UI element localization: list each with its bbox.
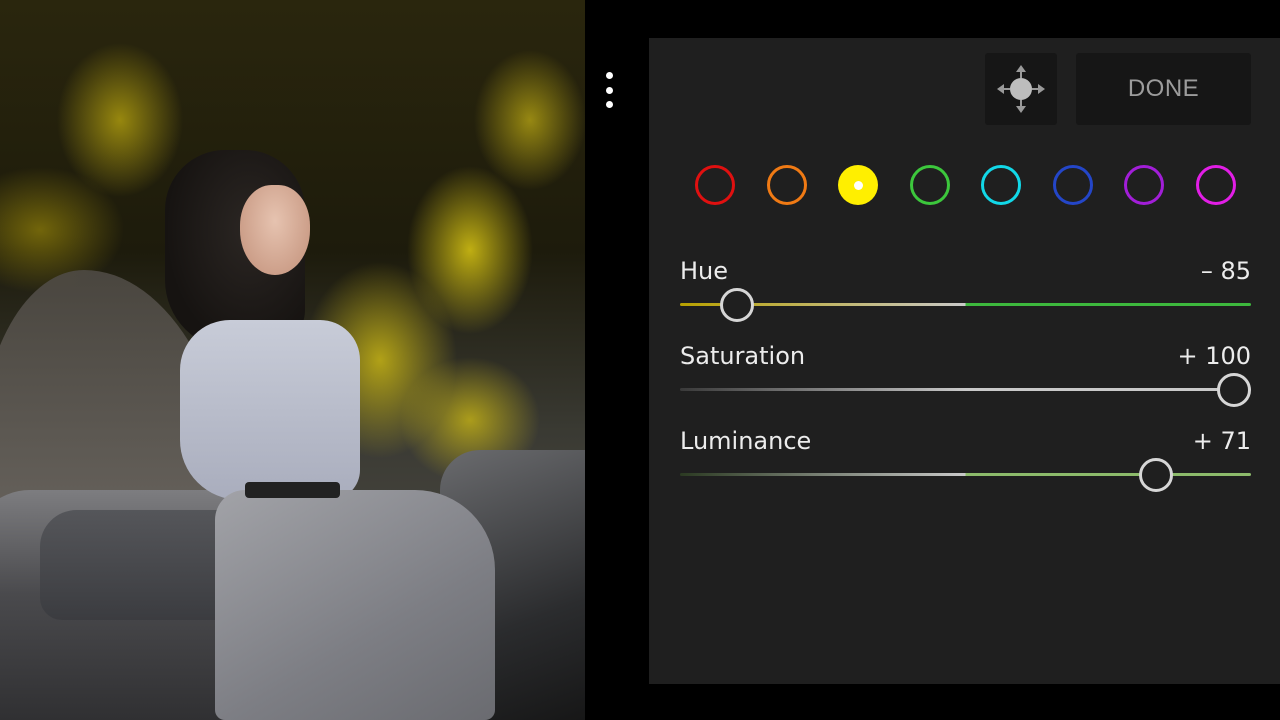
hsl-panel: DONE Hue – 85 Saturation + 100 Luminance + 71 <box>649 38 1280 684</box>
more-vert-icon-dot <box>605 86 613 94</box>
photo-person-top <box>180 320 360 500</box>
slider-luminance: Luminance + 71 <box>680 427 1251 507</box>
color-swatch-green[interactable] <box>909 165 950 205</box>
slider-thumb[interactable] <box>1217 373 1251 407</box>
slider-label: Saturation <box>680 342 806 370</box>
selected-indicator-dot <box>853 180 863 190</box>
photo-person-face <box>240 185 310 275</box>
slider-track[interactable] <box>680 303 1251 306</box>
slider-value: + 100 <box>1177 342 1251 370</box>
slider-thumb[interactable] <box>1139 458 1174 492</box>
targeted-adjustment-button[interactable] <box>985 53 1057 125</box>
more-vert-icon <box>605 72 613 79</box>
color-swatch-aqua[interactable] <box>981 165 1021 205</box>
slider-hue: Hue – 85 <box>680 257 1251 337</box>
done-button[interactable]: DONE <box>1076 53 1251 125</box>
photo-person-belt <box>245 482 340 498</box>
more-options-button[interactable] <box>602 72 616 108</box>
slider-value: + 71 <box>1192 427 1251 455</box>
photo-person-jeans <box>215 490 495 720</box>
color-swatch-red[interactable] <box>695 165 735 205</box>
slider-label: Hue <box>680 257 729 285</box>
color-swatch-orange[interactable] <box>766 165 807 205</box>
slider-saturation: Saturation + 100 <box>680 342 1251 422</box>
color-swatch-yellow[interactable] <box>838 165 878 205</box>
color-swatch-magenta[interactable] <box>1195 165 1236 205</box>
color-swatch-blue[interactable] <box>1052 165 1093 205</box>
photo-preview <box>0 0 585 720</box>
more-vert-icon-dot <box>605 101 613 108</box>
slider-thumb[interactable] <box>720 288 755 322</box>
slider-label: Luminance <box>680 427 812 455</box>
slider-value: – 85 <box>1200 257 1251 285</box>
slider-track[interactable] <box>680 388 1251 391</box>
color-swatch-row <box>695 165 1237 207</box>
color-swatch-purple[interactable] <box>1124 165 1164 205</box>
targeted-adjustment-icon <box>997 65 1045 113</box>
